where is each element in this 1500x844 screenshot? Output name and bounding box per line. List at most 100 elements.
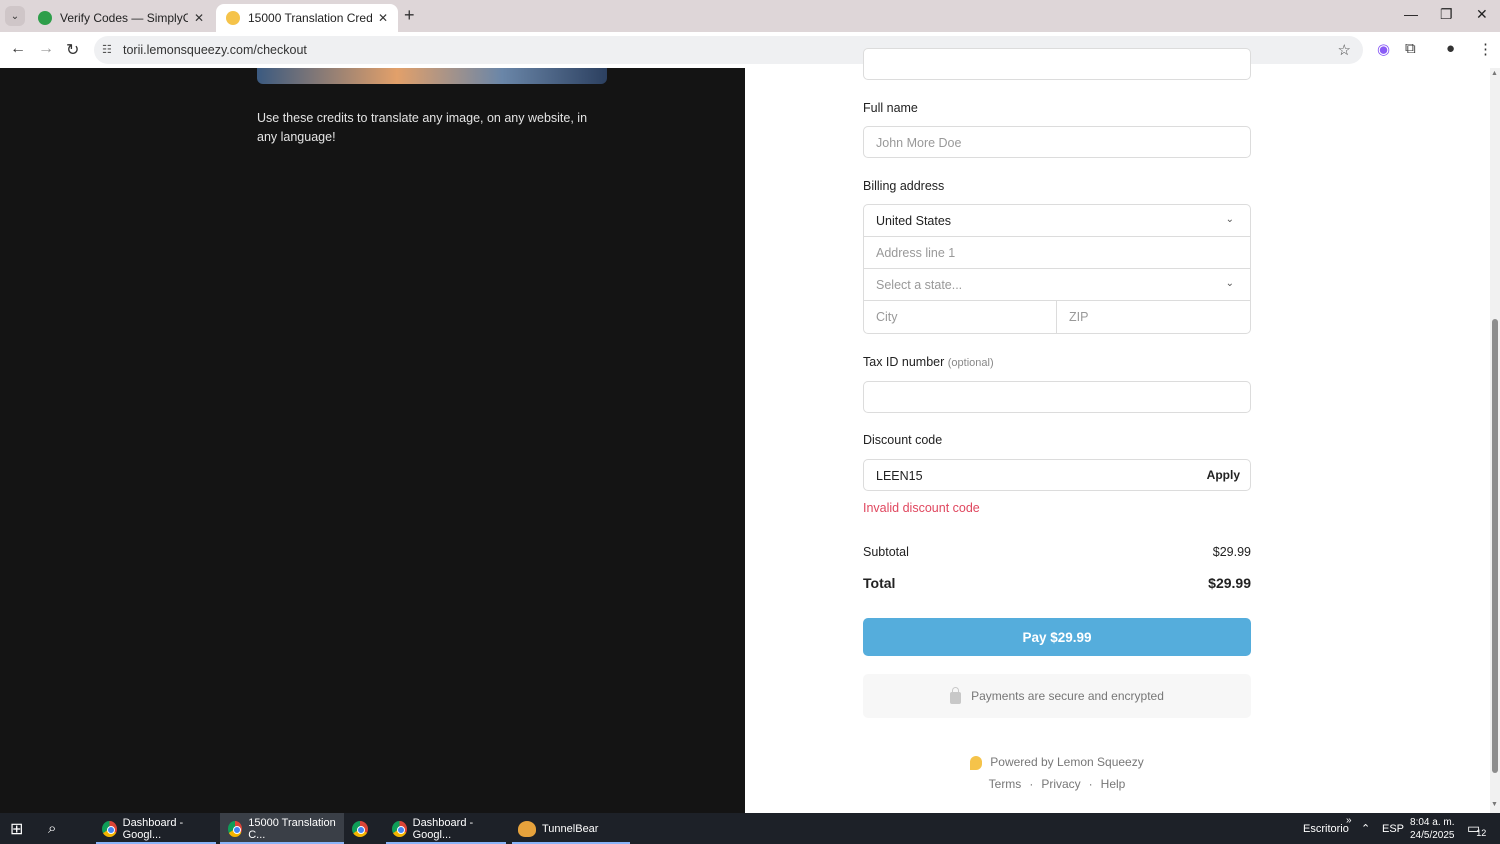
search-icon: ⌕ bbox=[48, 820, 57, 837]
secure-payment-notice: Payments are secure and encrypted bbox=[863, 674, 1251, 718]
pay-button[interactable]: Pay $29.99 bbox=[863, 618, 1251, 656]
bookmark-star-icon[interactable]: ☆ bbox=[1338, 41, 1351, 59]
tray-chevron-up-icon[interactable]: ⌃ bbox=[1361, 813, 1370, 844]
privacy-link[interactable]: Privacy bbox=[1041, 777, 1080, 791]
windows-logo-icon: ⊞ bbox=[10, 820, 24, 838]
scroll-up-arrow-icon[interactable]: ▲ bbox=[1491, 70, 1498, 77]
menu-kebab-icon[interactable]: ⋮ bbox=[1478, 40, 1493, 58]
total-label: Total bbox=[863, 575, 896, 591]
checkout-form: Full name John More Doe Billing address … bbox=[745, 48, 1490, 813]
tab-checkout[interactable]: 15000 Translation Credits - Che ✕ bbox=[216, 4, 398, 32]
clock[interactable]: 8:04 a. m. 24/5/2025 bbox=[1410, 813, 1455, 844]
reload-button[interactable]: ↻ bbox=[66, 40, 79, 60]
chevron-down-icon: ⌄ bbox=[1225, 278, 1234, 289]
city-zip-row: City ZIP bbox=[864, 301, 1250, 333]
taskbar-item-label: 15000 Translation C... bbox=[248, 816, 336, 841]
secure-text: Payments are secure and encrypted bbox=[971, 689, 1164, 703]
subtotal-row: Subtotal $29.99 bbox=[863, 545, 1251, 559]
forward-button[interactable]: → bbox=[38, 40, 54, 58]
powered-by: Powered by Lemon Squeezy bbox=[863, 755, 1251, 770]
help-link[interactable]: Help bbox=[1101, 777, 1126, 791]
clock-time: 8:04 a. m. bbox=[1410, 816, 1455, 828]
minimize-button[interactable]: — bbox=[1404, 6, 1418, 22]
country-value: United States bbox=[876, 214, 952, 228]
total-row: Total $29.99 bbox=[863, 575, 1251, 591]
full-name-input[interactable]: John More Doe bbox=[863, 126, 1251, 158]
powered-by-text[interactable]: Powered by Lemon Squeezy bbox=[990, 755, 1143, 769]
chrome-icon bbox=[392, 820, 407, 837]
chrome-icon bbox=[102, 820, 117, 837]
taskbar-item-tunnelbear[interactable]: TunnelBear bbox=[512, 813, 630, 844]
extensions-puzzle-icon[interactable]: ⧉ bbox=[1405, 40, 1416, 57]
browser-toolbar: ← → ↻ ☷ torii.lemonsqueezy.com/checkout … bbox=[0, 32, 1500, 68]
discount-error-message: Invalid discount code bbox=[863, 501, 980, 515]
tax-id-input[interactable] bbox=[863, 381, 1251, 413]
subtotal-label: Subtotal bbox=[863, 545, 909, 559]
city-input[interactable]: City bbox=[864, 301, 1057, 333]
search-button[interactable]: ⌕ bbox=[48, 813, 56, 844]
notification-count: 12 bbox=[1476, 827, 1487, 838]
lemon-squeezy-favicon-icon bbox=[226, 11, 240, 25]
billing-address-group: United States ⌄ Address line 1 Select a … bbox=[863, 204, 1251, 334]
state-placeholder: Select a state... bbox=[876, 278, 963, 292]
taskbar-item-label: Dashboard - Googl... bbox=[412, 816, 474, 841]
full-name-label: Full name bbox=[863, 101, 918, 115]
taskbar-item-dashboard-2[interactable]: Dashboard - Googl... bbox=[386, 813, 506, 844]
taskbar-item-label: Dashboard - Googl... bbox=[122, 816, 184, 841]
close-tab-icon[interactable]: ✕ bbox=[378, 11, 388, 25]
optional-hint: (optional) bbox=[947, 357, 994, 369]
product-description: Use these credits to translate any image… bbox=[257, 111, 588, 144]
extension-icon[interactable]: ◉ bbox=[1377, 40, 1390, 58]
subtotal-value: $29.99 bbox=[1212, 545, 1251, 559]
tab-strip: ⌄ Verify Codes — SimplyCodes ✕ 15000 Tra… bbox=[0, 0, 1500, 32]
billing-address-label: Billing address bbox=[863, 179, 945, 193]
discount-code-input[interactable]: LEEN15 Apply bbox=[863, 459, 1251, 491]
chrome-icon bbox=[352, 820, 368, 837]
email-field[interactable] bbox=[863, 48, 1251, 80]
tab-title: Verify Codes — SimplyCodes bbox=[60, 11, 188, 25]
country-select[interactable]: United States ⌄ bbox=[864, 205, 1250, 237]
close-tab-icon[interactable]: ✕ bbox=[194, 11, 204, 25]
tab-simplycodes[interactable]: Verify Codes — SimplyCodes ✕ bbox=[28, 4, 214, 32]
desktop-toolbar-label[interactable]: Escritorio bbox=[1303, 813, 1349, 844]
site-info-icon[interactable]: ☷ bbox=[102, 43, 112, 56]
product-panel: Use these credits to translate any image… bbox=[0, 68, 745, 813]
lock-icon bbox=[950, 687, 962, 704]
page-scrollbar[interactable]: ▲ ▼ bbox=[1490, 68, 1500, 813]
start-button[interactable]: ⊞ bbox=[10, 813, 23, 844]
scrollbar-thumb[interactable] bbox=[1492, 319, 1498, 773]
state-select[interactable]: Select a state... ⌄ bbox=[864, 269, 1250, 301]
lemon-squeezy-logo-icon bbox=[970, 755, 983, 770]
taskbar-item-checkout[interactable]: 15000 Translation C... bbox=[220, 813, 344, 844]
terms-link[interactable]: Terms bbox=[989, 777, 1022, 791]
discount-code-label: Discount code bbox=[863, 433, 943, 447]
product-image bbox=[257, 68, 607, 84]
url-text[interactable]: torii.lemonsqueezy.com/checkout bbox=[123, 43, 307, 57]
zip-input[interactable]: ZIP bbox=[1057, 301, 1250, 333]
restore-button[interactable]: ❐ bbox=[1440, 6, 1453, 23]
chevron-down-icon: ⌄ bbox=[1225, 214, 1234, 225]
notifications-button[interactable]: ▭ 12 bbox=[1467, 813, 1486, 844]
footer-links: Terms · Privacy · Help bbox=[988, 777, 1126, 791]
windows-taskbar: ⊞ ⌕ Dashboard - Googl... 15000 Translati… bbox=[0, 813, 1500, 844]
discount-code-value[interactable]: LEEN15 bbox=[876, 469, 923, 483]
new-tab-button[interactable]: + bbox=[404, 5, 415, 26]
tunnelbear-icon bbox=[518, 820, 536, 837]
apply-button[interactable]: Apply bbox=[1207, 468, 1240, 482]
chrome-icon bbox=[228, 820, 243, 837]
profile-avatar[interactable]: ● bbox=[1446, 40, 1455, 57]
close-window-button[interactable]: ✕ bbox=[1476, 6, 1488, 23]
address-line-input[interactable]: Address line 1 bbox=[864, 237, 1250, 269]
total-value: $29.99 bbox=[1208, 575, 1251, 591]
language-indicator[interactable]: ESP bbox=[1382, 813, 1404, 844]
clock-date: 24/5/2025 bbox=[1410, 829, 1455, 841]
taskbar-item-chrome[interactable] bbox=[352, 813, 378, 844]
simplycodes-favicon-icon bbox=[38, 11, 52, 25]
tab-search-button[interactable]: ⌄ bbox=[5, 6, 25, 26]
scroll-down-arrow-icon[interactable]: ▼ bbox=[1491, 801, 1498, 808]
toolbar-expand-icon[interactable]: » bbox=[1346, 805, 1352, 836]
taskbar-item-dashboard-1[interactable]: Dashboard - Googl... bbox=[96, 813, 216, 844]
back-button[interactable]: ← bbox=[10, 40, 26, 58]
tax-id-label: Tax ID number (optional) bbox=[863, 355, 994, 369]
tax-id-label-text: Tax ID number bbox=[863, 355, 945, 369]
